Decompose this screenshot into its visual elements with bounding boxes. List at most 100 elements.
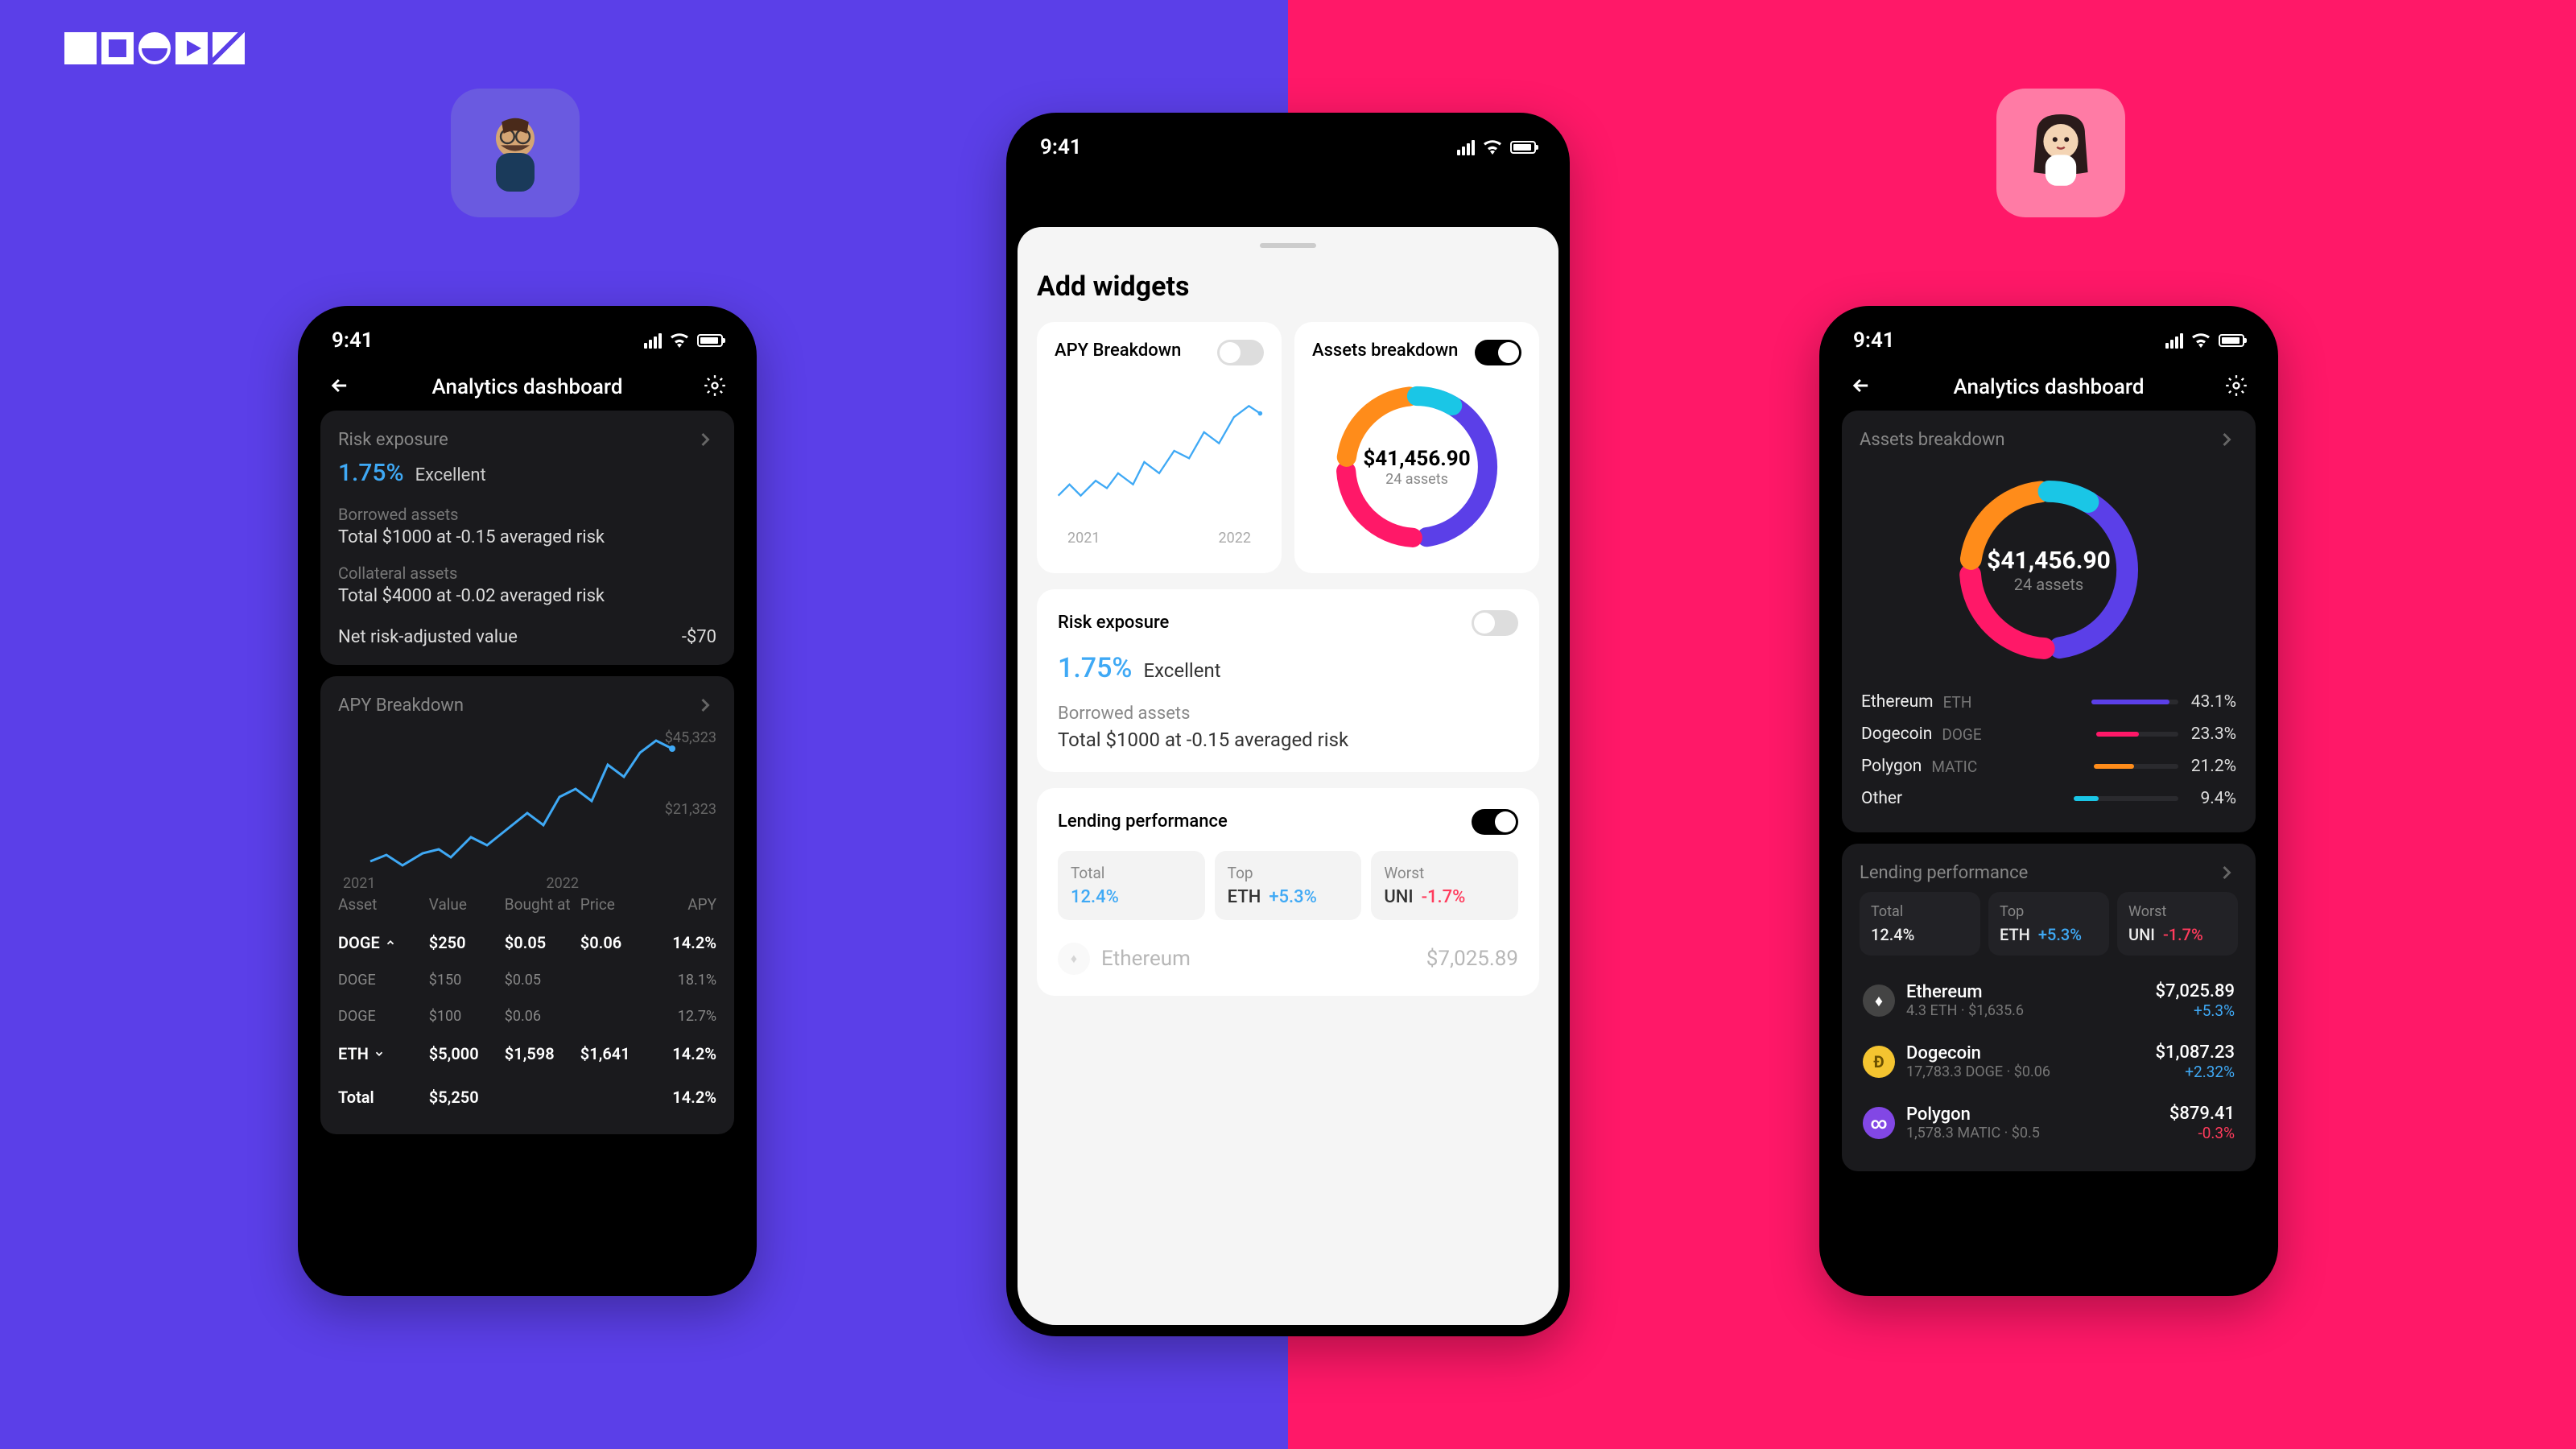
borrowed-label: Borrowed assets	[338, 505, 716, 524]
assets-donut-mini: $41,456.90 24 assets	[1312, 378, 1521, 555]
coin-row-faded: ♦ Ethereum $7,025.89	[1058, 936, 1518, 975]
widget-apy-breakdown[interactable]: APY Breakdown 2021 2022	[1037, 322, 1282, 573]
borrowed-value: Total $1000 at -0.15 averaged risk	[1058, 729, 1518, 751]
sheet-title: Add widgets	[1037, 270, 1539, 303]
chevron-down-icon	[374, 1048, 385, 1059]
chevron-right-icon	[2215, 428, 2238, 451]
card-title: APY Breakdown	[338, 696, 464, 716]
apy-chart: $45,323 $21,323 2021 2022	[338, 724, 716, 877]
coin-row-matic[interactable]: ∞ Polygon 1,578.3 MATIC · $0.5 $879.41 -…	[1860, 1092, 2238, 1154]
apy-breakdown-card[interactable]: APY Breakdown $45,323 $21,323 2021 2022 …	[320, 676, 734, 1134]
legend-item: Other 9.4%	[1861, 782, 2236, 815]
toggle-apy[interactable]	[1217, 340, 1264, 365]
lending-performance-card[interactable]: Lending performance Total 12.4% Top ETH+…	[1842, 844, 2256, 1171]
ethereum-icon: ♦	[1058, 943, 1090, 975]
page-title: Analytics dashboard	[431, 375, 622, 399]
widget-label: Lending performance	[1058, 811, 1228, 834]
gear-icon	[2225, 374, 2248, 397]
dogecoin-icon: Ð	[1863, 1046, 1895, 1078]
coin-row-doge[interactable]: Ð Dogecoin 17,783.3 DOGE · $0.06 $1,087.…	[1860, 1031, 2238, 1092]
risk-exposure-card[interactable]: Risk exposure 1.75% Excellent Borrowed a…	[320, 411, 734, 665]
widget-lending-performance[interactable]: Lending performance Total 12.4% Top ETH+…	[1037, 788, 1539, 996]
back-button[interactable]	[328, 374, 351, 400]
logo-glyph	[64, 32, 97, 64]
stat-worst: Worst UNI-1.7%	[1371, 851, 1518, 920]
widget-risk-exposure[interactable]: Risk exposure 1.75% Excellent Borrowed a…	[1037, 589, 1539, 772]
avatar-female	[1996, 89, 2125, 217]
coin-row-eth[interactable]: ♦ Ethereum 4.3 ETH · $1,635.6 $7,025.89 …	[1860, 970, 2238, 1031]
assets-donut: $41,456.90 24 assets	[1860, 459, 2238, 681]
toggle-risk[interactable]	[1472, 610, 1518, 636]
signal-icon	[644, 333, 662, 349]
borrowed-value: Total $1000 at -0.15 averaged risk	[338, 527, 716, 547]
wifi-icon	[670, 333, 689, 348]
table-total-row: Total $5,250 14.2%	[338, 1073, 716, 1117]
logo-glyph	[175, 32, 208, 64]
avatar-male	[451, 89, 580, 217]
toggle-assets[interactable]	[1475, 340, 1521, 365]
back-button[interactable]	[1850, 374, 1872, 400]
donut-sub: 24 assets	[1363, 471, 1470, 488]
status-time: 9:41	[1853, 328, 1895, 353]
gear-icon	[704, 374, 726, 397]
stat-top: Top ETH+5.3%	[1988, 892, 2109, 956]
page-title: Analytics dashboard	[1953, 375, 2144, 399]
wifi-icon	[2191, 333, 2211, 348]
battery-icon	[1510, 141, 1536, 154]
settings-button[interactable]	[2225, 374, 2248, 400]
app-header: Analytics dashboard	[1831, 364, 2267, 411]
phone-add-widgets: 9:41 Add widgets APY Breakdown 2021	[1006, 113, 1570, 1336]
card-title: Risk exposure	[338, 430, 448, 450]
dynamic-island	[471, 332, 584, 362]
chevron-right-icon	[694, 428, 716, 451]
add-widgets-sheet: Add widgets APY Breakdown 2021 2022	[1018, 227, 1558, 1325]
chevron-up-icon	[385, 937, 396, 948]
net-label: Net risk-adjusted value	[338, 627, 518, 647]
risk-rating: Excellent	[1143, 659, 1220, 682]
brand-logo	[64, 32, 245, 64]
donut-value: $41,456.90	[1987, 547, 2111, 575]
donut-value: $41,456.90	[1363, 447, 1470, 471]
card-title: Lending performance	[1860, 863, 2028, 883]
chart-y-mid: $21,323	[665, 801, 716, 818]
legend-item: Polygon MATIC 21.2%	[1861, 750, 2236, 782]
chevron-right-icon	[694, 694, 716, 716]
logo-glyph	[213, 32, 245, 64]
collateral-value: Total $4000 at -0.02 averaged risk	[338, 586, 716, 606]
ethereum-icon: ♦	[1863, 985, 1895, 1017]
arrow-left-icon	[328, 374, 351, 397]
settings-button[interactable]	[704, 374, 726, 400]
net-value: -$70	[682, 627, 716, 647]
legend-item: Ethereum ETH 43.1%	[1861, 686, 2236, 718]
stat-total: Total 12.4%	[1058, 851, 1205, 920]
status-time: 9:41	[332, 328, 374, 353]
chart-y-max: $45,323	[665, 729, 716, 746]
chevron-right-icon	[2215, 861, 2238, 884]
donut-sub: 24 assets	[1987, 575, 2111, 594]
chart-x-start: 2021	[343, 875, 375, 892]
toggle-lending[interactable]	[1472, 809, 1518, 835]
sheet-handle[interactable]	[1260, 243, 1316, 248]
table-row: DOGE $100 $0.06 12.7%	[338, 998, 716, 1034]
table-row[interactable]: DOGE $250 $0.05 $0.06 14.2%	[338, 923, 716, 962]
asset-legend: Ethereum ETH 43.1% Dogecoin DOGE 23.3%	[1860, 681, 2238, 815]
stat-worst: Worst UNI-1.7%	[2117, 892, 2238, 956]
battery-icon	[2219, 334, 2244, 347]
phone-analytics-dark: 9:41 Analytics dashboard Risk exposure	[298, 306, 757, 1296]
apy-mini-chart	[1055, 378, 1264, 523]
app-header: Analytics dashboard	[309, 364, 745, 411]
risk-percent: 1.75%	[338, 459, 404, 487]
widget-label: Assets breakdown	[1312, 340, 1458, 363]
signal-icon	[2165, 333, 2183, 349]
chart-x-end: 2022	[1219, 530, 1251, 547]
assets-breakdown-card[interactable]: Assets breakdown $41,456.90 24 assets	[1842, 411, 2256, 832]
risk-rating: Excellent	[415, 465, 486, 485]
widget-label: Risk exposure	[1058, 612, 1169, 635]
chart-x-start: 2021	[1067, 530, 1100, 547]
table-row[interactable]: ETH $5,000 $1,598 $1,641 14.2%	[338, 1034, 716, 1073]
card-title: Assets breakdown	[1860, 430, 2005, 450]
signal-icon	[1457, 140, 1475, 155]
table-header: Asset Value Bought at Price APY	[338, 890, 716, 923]
battery-icon	[697, 334, 723, 347]
widget-assets-breakdown[interactable]: Assets breakdown $41,456.90 24 assets	[1294, 322, 1539, 573]
